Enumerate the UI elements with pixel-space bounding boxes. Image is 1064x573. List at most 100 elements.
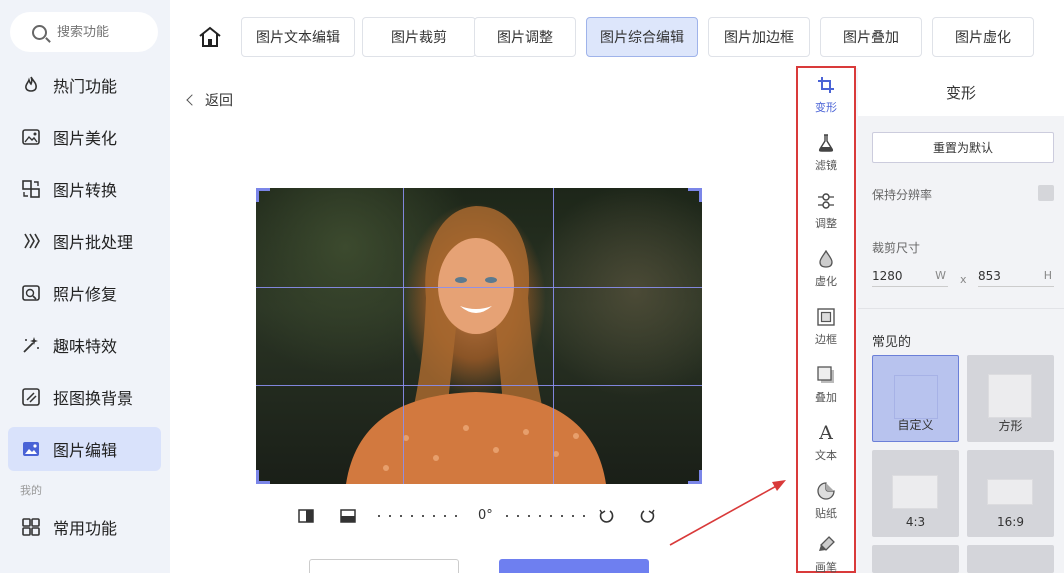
crop-handle-top-right[interactable] (688, 188, 702, 202)
back-label: 返回 (205, 93, 233, 109)
edited-photo[interactable] (256, 188, 702, 484)
tab-adjust[interactable]: 图片调整 (474, 17, 576, 57)
app-window: 热门功能 图片美化 图片转换 图片批处理 照片修复 (0, 0, 1064, 573)
width-field[interactable]: 1280 W (872, 265, 948, 287)
preset-more[interactable] (872, 545, 959, 573)
preset-shape (988, 374, 1032, 418)
rail-item-label: 变形 (815, 101, 837, 114)
rotation-toolbar: 0° (298, 506, 668, 528)
transform-panel: 变形 重置为默认 保持分辨率 裁剪尺寸 1280 W x 853 H 常见的 自… (858, 68, 1064, 573)
search-box[interactable] (10, 12, 158, 52)
common-presets-label: 常见的 (872, 335, 912, 350)
preset-label: 4:3 (905, 515, 926, 529)
keep-resolution-checkbox[interactable] (1038, 185, 1054, 201)
rail-item-adjust[interactable]: 调整 (798, 184, 854, 238)
rail-item-blur[interactable]: 虚化 (798, 242, 854, 296)
width-unit: W (935, 269, 946, 282)
rail-item-label: 贴纸 (815, 507, 837, 520)
sidebar-item-repair[interactable]: 照片修复 (8, 271, 161, 315)
rail-item-label: 调整 (815, 217, 837, 230)
flask-icon (816, 133, 836, 153)
sidebar-item-favorites[interactable]: 常用功能 (8, 505, 161, 549)
secondary-action-button[interactable] (309, 559, 459, 573)
width-value: 1280 (872, 268, 903, 283)
sidebar: 热门功能 图片美化 图片转换 图片批处理 照片修复 (0, 0, 170, 573)
adjust-icon (816, 191, 836, 211)
cutout-icon (20, 386, 42, 408)
preset-4-3[interactable]: 4:3 (872, 450, 959, 537)
tab-add-border[interactable]: 图片加边框 (708, 17, 810, 57)
preset-more[interactable] (967, 545, 1054, 573)
rail-item-text[interactable]: A 文本 (798, 416, 854, 470)
image-beautify-icon (20, 126, 42, 148)
frame-icon (816, 307, 836, 327)
grid-icon (20, 516, 42, 538)
overlay-icon (816, 365, 836, 385)
text-icon: A (819, 422, 833, 444)
rotate-left-icon[interactable] (598, 508, 614, 524)
repair-icon (20, 282, 42, 304)
preset-label: 16:9 (997, 515, 1024, 529)
rail-item-label: 叠加 (815, 391, 837, 404)
flip-vertical-icon[interactable] (340, 508, 356, 524)
tab-composite-edit[interactable]: 图片综合编辑 (586, 17, 698, 57)
photo-subject (346, 206, 606, 484)
sidebar-item-batch[interactable]: 图片批处理 (8, 219, 161, 263)
height-unit: H (1043, 269, 1052, 282)
tab-overlay[interactable]: 图片叠加 (820, 17, 922, 57)
primary-action-button[interactable] (499, 559, 649, 573)
rotation-degree: 0° (478, 508, 493, 523)
sidebar-item-label: 热门功能 (53, 77, 118, 96)
rotation-slider-left[interactable] (378, 515, 462, 517)
rail-item-transform[interactable]: 变形 (798, 68, 854, 122)
rail-item-sticker[interactable]: 贴纸 (798, 474, 854, 528)
rail-item-frame[interactable]: 边框 (798, 300, 854, 354)
tab-crop[interactable]: 图片裁剪 (362, 17, 476, 57)
chevron-left-icon (186, 94, 198, 106)
rail-item-filter[interactable]: 滤镜 (798, 126, 854, 180)
crop-icon (816, 75, 836, 95)
sidebar-item-label: 趣味特效 (53, 337, 118, 356)
flip-horizontal-icon[interactable] (298, 508, 314, 524)
editor-canvas: 返回 0° (170, 68, 796, 573)
search-icon (32, 24, 47, 40)
sidebar-item-label: 图片转换 (53, 181, 118, 200)
back-button[interactable]: 返回 (186, 90, 233, 110)
magic-wand-icon (20, 334, 42, 356)
crop-handle-bottom-left[interactable] (256, 470, 270, 484)
rotate-right-icon[interactable] (640, 508, 656, 524)
crop-handle-bottom-right[interactable] (688, 470, 702, 484)
rotation-slider-right[interactable] (506, 515, 590, 517)
keep-resolution-label: 保持分辨率 (872, 188, 933, 202)
reset-default-button[interactable]: 重置为默认 (872, 132, 1054, 163)
search-input[interactable] (57, 24, 157, 40)
sidebar-item-effects[interactable]: 趣味特效 (8, 323, 161, 367)
grid-line (403, 188, 404, 484)
sidebar-item-cutout[interactable]: 抠图换背景 (8, 375, 161, 419)
tab-blur[interactable]: 图片虚化 (932, 17, 1034, 57)
tab-text-edit[interactable]: 图片文本编辑 (241, 17, 355, 57)
tool-rail: 变形 滤镜 调整 虚化 边框 叠加 A 文本 贴纸 画笔 (796, 66, 856, 573)
rail-item-brush[interactable]: 画笔 (798, 528, 854, 573)
rail-item-overlay[interactable]: 叠加 (798, 358, 854, 412)
sidebar-item-label: 常用功能 (53, 519, 118, 538)
rail-item-label: 虚化 (815, 275, 837, 288)
sidebar-item-hot[interactable]: 热门功能 (8, 63, 161, 107)
panel-title: 变形 (858, 68, 1064, 116)
preset-square[interactable]: 方形 (967, 355, 1054, 442)
rail-item-label: 文本 (815, 449, 837, 462)
preset-shape (894, 375, 938, 419)
grid-line (256, 385, 702, 386)
grid-line (553, 188, 554, 484)
sticker-icon (816, 481, 836, 501)
home-icon[interactable] (198, 26, 222, 48)
drop-icon (816, 249, 836, 269)
sidebar-item-convert[interactable]: 图片转换 (8, 167, 161, 211)
crop-handle-top-left[interactable] (256, 188, 270, 202)
sidebar-item-image-edit[interactable]: 图片编辑 (8, 427, 161, 471)
preset-16-9[interactable]: 16:9 (967, 450, 1054, 537)
sidebar-item-beautify[interactable]: 图片美化 (8, 115, 161, 159)
preset-custom[interactable]: 自定义 (872, 355, 959, 442)
height-field[interactable]: 853 H (978, 265, 1054, 287)
rail-item-label: 边框 (815, 333, 837, 346)
